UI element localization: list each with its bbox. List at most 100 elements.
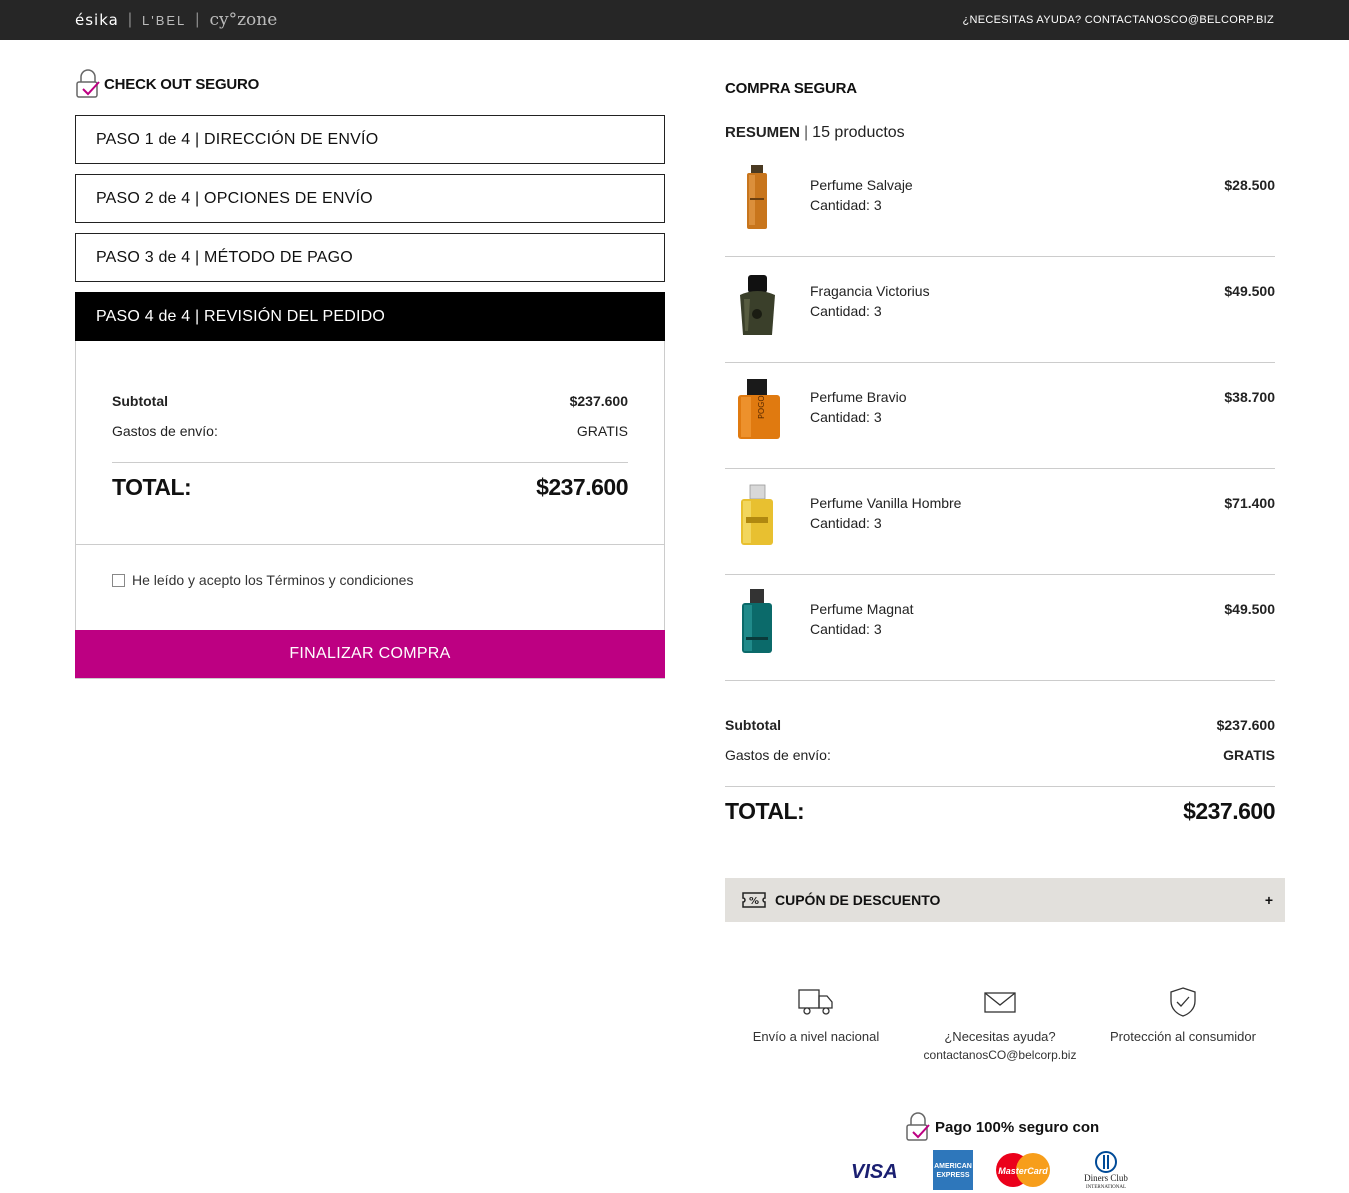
product-name: Fragancia Victorius	[810, 283, 930, 299]
perfume-bottle-teal-icon	[742, 589, 772, 653]
step-label: PASO 3 de 4 | MÉTODO DE PAGO	[96, 248, 353, 266]
shipping-label: Gastos de envío:	[112, 423, 218, 439]
subtotal-label: Subtotal	[725, 717, 781, 733]
feature-label: ¿Necesitas ayuda?	[944, 1029, 1056, 1044]
feature-help: ¿Necesitas ayuda? contactanosCO@belcorp.…	[910, 986, 1090, 1064]
divider	[725, 786, 1275, 787]
subtotal-row: Subtotal $237.600	[112, 393, 628, 409]
summary-label: RESUMEN	[725, 124, 801, 141]
feature-label: Envío a nivel nacional	[752, 1029, 880, 1044]
list-item: Perfume Magnat Cantidad: 3 $49.500	[725, 575, 1275, 681]
top-bar: ésika | L'BEL | cy°zone ¿NECESITAS AYUDA…	[0, 0, 1349, 40]
product-count: 15 productos	[812, 124, 905, 141]
finalize-label: FINALIZAR COMPRA	[289, 645, 451, 662]
checkout-panel: CHECK OUT SEGURO PASO 1 de 4 | DIRECCIÓN…	[75, 68, 665, 679]
secure-payment-title: Pago 100% seguro con	[905, 1112, 1099, 1142]
shipping-value: GRATIS	[576, 423, 628, 439]
checkout-title-text: CHECK OUT SEGURO	[104, 75, 260, 93]
coupon-ticket-icon: %	[742, 892, 766, 908]
total-label: TOTAL:	[725, 798, 805, 824]
step-label: PASO 2 de 4 | OPCIONES DE ENVÍO	[96, 189, 373, 207]
step-label: PASO 4 de 4 | REVISIÓN DEL PEDIDO	[96, 307, 386, 325]
mastercard-text: MasterCard	[998, 1166, 1048, 1176]
cyzone-logo[interactable]: cy°zone	[209, 10, 277, 30]
total-value: $237.600	[536, 474, 628, 500]
step-2-shipping-options[interactable]: PASO 2 de 4 | OPCIONES DE ENVÍO	[75, 174, 665, 223]
product-name: Perfume Bravio	[810, 389, 907, 405]
shipping-row: Gastos de envío: GRATIS	[112, 423, 628, 439]
list-item: POGO Perfume Bravio Cantidad: 3 $38.700	[725, 363, 1275, 469]
step-1-shipping-address[interactable]: PASO 1 de 4 | DIRECCIÓN DE ENVÍO	[75, 115, 665, 164]
feature-label: Protección al consumidor	[1110, 1029, 1256, 1044]
amex-logo-icon: AMERICAN EXPRESS	[933, 1150, 973, 1190]
shipping-label: Gastos de envío:	[725, 747, 831, 763]
product-price: $38.700	[1224, 389, 1275, 405]
product-qty: Cantidad: 3	[810, 197, 882, 213]
truck-icon	[798, 989, 833, 1015]
svg-text:%: %	[749, 896, 759, 907]
plus-icon[interactable]: +	[1265, 892, 1273, 908]
summary-total-row: TOTAL: $237.600	[725, 798, 1275, 825]
brand-logos: ésika | L'BEL | cy°zone	[75, 10, 277, 30]
checkout-title: CHECK OUT SEGURO	[75, 68, 665, 100]
summary-header: RESUMEN | 15 productos	[725, 124, 905, 141]
secure-lock-icon	[906, 1112, 930, 1141]
shipping-value: GRATIS	[1223, 747, 1275, 763]
amex-text: AMERICAN	[934, 1163, 972, 1170]
step-3-payment-method[interactable]: PASO 3 de 4 | MÉTODO DE PAGO	[75, 233, 665, 282]
divider	[112, 462, 628, 463]
help-email-link[interactable]: contactanosCO@belcorp.biz	[910, 1046, 1090, 1064]
subtotal-value: $237.600	[569, 393, 628, 409]
summary-subtotal-row: Subtotal $237.600	[725, 717, 1275, 733]
list-item: Perfume Salvaje Cantidad: 3 $28.500	[725, 151, 1275, 257]
product-price: $71.400	[1224, 495, 1275, 511]
payment-logos: VISA AMERICAN EXPRESS MasterCard Diners …	[845, 1150, 1141, 1190]
help-contact-link[interactable]: ¿NECESITAS AYUDA? CONTACTANOSCO@BELCORP.…	[962, 14, 1274, 26]
esika-logo[interactable]: ésika	[75, 11, 119, 29]
total-row: TOTAL: $237.600	[112, 474, 628, 501]
product-name: Perfume Salvaje	[810, 177, 913, 193]
terms-checkbox-row[interactable]: He leído y acepto los Términos y condici…	[112, 572, 413, 588]
diners-club-logo-icon: Diners Club INTERNATIONAL	[1084, 1151, 1128, 1190]
step-4-order-review[interactable]: PASO 4 de 4 | REVISIÓN DEL PEDIDO	[75, 292, 665, 341]
secure-lock-icon	[76, 69, 100, 98]
product-name: Perfume Vanilla Hombre	[810, 495, 962, 511]
feature-national-shipping: Envío a nivel nacional	[726, 986, 906, 1046]
shield-check-icon	[1170, 987, 1196, 1017]
svg-text:POGO: POGO	[757, 395, 766, 419]
diners-text: INTERNATIONAL	[1086, 1185, 1126, 1190]
order-review-box: Subtotal $237.600 Gastos de envío: GRATI…	[75, 341, 665, 545]
discount-coupon-toggle[interactable]: % CUPÓN DE DESCUENTO +	[725, 878, 1285, 922]
total-value: $237.600	[1183, 798, 1275, 824]
perfume-bottle-dark-green-icon	[740, 275, 775, 335]
product-price: $28.500	[1224, 177, 1275, 193]
brand-divider: |	[195, 11, 201, 28]
list-item: Fragancia Victorius Cantidad: 3 $49.500	[725, 257, 1275, 363]
diners-text: Diners Club	[1084, 1173, 1128, 1183]
secure-purchase-title: COMPRA SEGURA	[725, 80, 857, 97]
lbel-logo[interactable]: L'BEL	[142, 13, 186, 28]
terms-label[interactable]: He leído y acepto los Términos y condici…	[132, 572, 413, 588]
summary-shipping-row: Gastos de envío: GRATIS	[725, 747, 1275, 763]
finalize-purchase-button[interactable]: FINALIZAR COMPRA	[75, 630, 665, 678]
product-qty: Cantidad: 3	[810, 621, 882, 637]
list-item: Perfume Vanilla Hombre Cantidad: 3 $71.4…	[725, 469, 1275, 575]
product-name: Perfume Magnat	[810, 601, 914, 617]
brand-divider: |	[127, 11, 133, 28]
visa-logo-icon: VISA	[851, 1161, 898, 1183]
secure-payment-label: Pago 100% seguro con	[935, 1118, 1100, 1136]
subtotal-label: Subtotal	[112, 393, 168, 409]
envelope-icon	[984, 992, 1016, 1013]
product-qty: Cantidad: 3	[810, 409, 882, 425]
perfume-bottle-amber-tall-icon	[747, 165, 767, 229]
feature-consumer-protection: Protección al consumidor	[1093, 986, 1273, 1046]
perfume-bottle-yellow-icon	[741, 484, 773, 545]
perfume-bottle-orange-icon: POGO	[738, 379, 780, 439]
product-price: $49.500	[1224, 601, 1275, 617]
amex-text: EXPRESS	[936, 1172, 969, 1179]
step-label: PASO 1 de 4 | DIRECCIÓN DE ENVÍO	[96, 130, 379, 148]
product-price: $49.500	[1224, 283, 1275, 299]
terms-checkbox[interactable]	[112, 573, 125, 587]
mastercard-logo-icon: MasterCard	[996, 1153, 1050, 1187]
product-qty: Cantidad: 3	[810, 515, 882, 531]
